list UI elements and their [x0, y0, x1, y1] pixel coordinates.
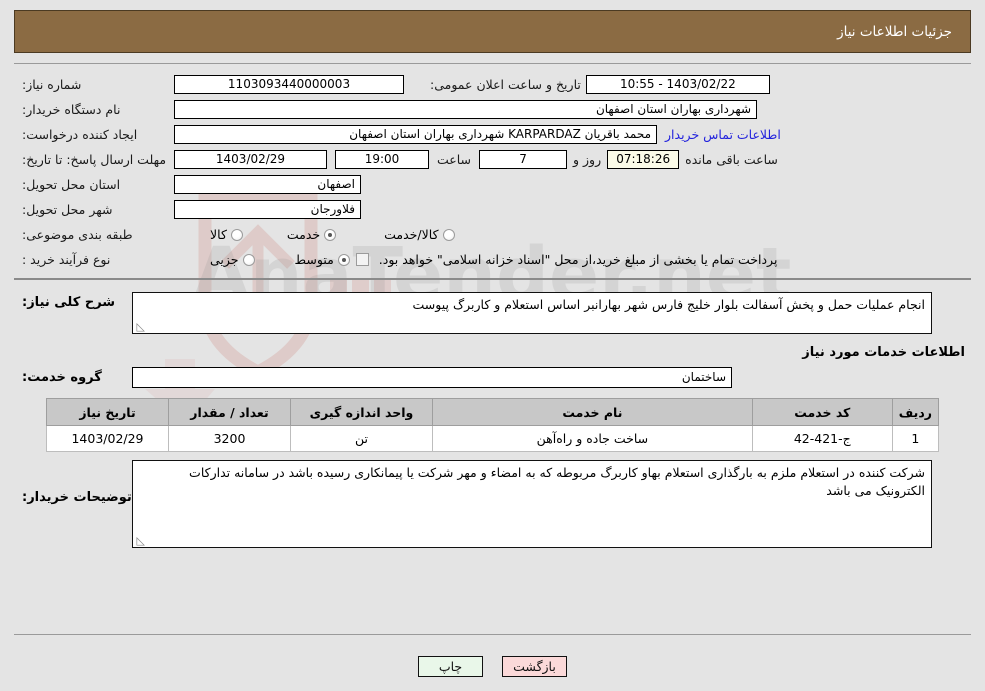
deadline-hour-value: 19:00	[335, 150, 429, 169]
col-need-date: تاریخ نیاز	[46, 398, 169, 426]
cell-service-name: ساخت جاده و راه‌آهن	[432, 425, 753, 452]
treasury-checkbox[interactable]	[355, 253, 369, 266]
col-service-code: کد خدمت	[751, 398, 893, 426]
table-header-row: ردیف کد خدمت نام خدمت واحد اندازه گیری ت…	[46, 398, 940, 426]
action-buttons: بازگشت چاپ	[0, 656, 985, 677]
buyer-org-value: شهرداری بهاران استان اصفهان	[174, 100, 757, 119]
need-number-value: 1103093440000003	[174, 75, 404, 94]
col-service-name: نام خدمت	[432, 398, 753, 426]
category-option-2[interactable]: خدمت	[286, 227, 337, 242]
page-root: AnaTender.net جزئیات اطلاعات نیاز 1403/0…	[0, 0, 985, 691]
description-textarea[interactable]: انجام عملیات حمل و پخش آسفالت بلوار خلیج…	[132, 292, 932, 334]
cell-quantity: 3200	[168, 425, 291, 452]
col-unit: واحد اندازه گیری	[290, 398, 433, 426]
services-table: ردیف کد خدمت نام خدمت واحد اندازه گیری ت…	[46, 398, 940, 452]
need-number-group: 1103093440000003	[174, 75, 404, 94]
row-service-group: ساختمان گروه خدمت:	[14, 364, 971, 396]
table-row[interactable]: 1 ج-421-42 ساخت جاده و راه‌آهن تن 3200 1…	[46, 425, 940, 452]
back-button[interactable]: بازگشت	[502, 656, 567, 677]
process-option-2-label: متوسط	[294, 252, 334, 267]
category-option-1[interactable]: کالا	[210, 227, 243, 242]
deadline-label: مهلت ارسال پاسخ: تا تاریخ:	[22, 151, 167, 167]
remaining-days-value: 7	[479, 150, 568, 169]
row-creator: اطلاعات تماس خریدار محمد باقریان KARPARD…	[14, 122, 971, 147]
row-province: اصفهان استان محل تحویل:	[14, 172, 971, 197]
buyer-org-label: نام دستگاه خریدار:	[22, 102, 121, 117]
process-option-2[interactable]: متوسط	[295, 252, 350, 267]
announce-datetime-value: 1403/02/22 - 10:55	[585, 75, 770, 94]
radio-category-kala-khedmat[interactable]	[442, 228, 455, 241]
category-option-2-label: خدمت	[286, 227, 321, 242]
details-section: انجام عملیات حمل و پخش آسفالت بلوار خلیج…	[14, 280, 971, 554]
buyer-notes-label: توضیحات خریدار:	[22, 490, 132, 505]
row-deadline: ساعت باقی مانده 07:18:26 روز و 7 ساعت 19…	[14, 147, 971, 172]
service-group-label: گروه خدمت:	[22, 370, 102, 385]
category-option-3-label: کالا/خدمت	[384, 227, 439, 242]
category-option-1-label: کالا	[210, 227, 227, 242]
content-frame: 1403/02/22 - 10:55 تاریخ و ساعت اعلان عم…	[14, 63, 971, 635]
announce-datetime-label: تاریخ و ساعت اعلان عمومی:	[430, 77, 581, 92]
col-index: ردیف	[891, 398, 940, 426]
process-label: نوع فرآیند خرید :	[22, 252, 111, 267]
print-button[interactable]: چاپ	[418, 656, 483, 677]
creator-value: محمد باقریان KARPARDAZ شهرداری بهاران اس…	[174, 125, 657, 144]
col-quantity: تعداد / مقدار	[168, 398, 291, 426]
description-value: انجام عملیات حمل و پخش آسفالت بلوار خلیج…	[412, 297, 925, 312]
days-and-label: روز و	[573, 152, 602, 167]
treasury-note-text: پرداخت تمام یا بخشی از مبلغ خرید،از محل …	[378, 252, 778, 267]
city-value: فلاورجان	[174, 200, 361, 219]
cell-unit: تن	[290, 425, 433, 452]
cell-index: 1	[891, 425, 940, 452]
radio-category-khedmat[interactable]	[324, 228, 337, 241]
service-group-value: ساختمان	[132, 367, 732, 388]
cell-need-date: 1403/02/29	[46, 425, 169, 452]
cell-service-code: ج-421-42	[751, 425, 893, 452]
remaining-time-value: 07:18:26	[607, 150, 680, 169]
deadline-hour-label: ساعت	[437, 152, 472, 167]
category-option-3[interactable]: کالا/خدمت	[384, 227, 455, 242]
creator-label: ایجاد کننده درخواست:	[22, 127, 138, 142]
row-category: کالا/خدمت خدمت کالا طبقه بندی موضوعی:	[14, 222, 971, 247]
resize-grip-icon[interactable]: ◺	[135, 321, 145, 332]
buyer-notes-value: شرکت کننده در استعلام ملزم به بارگذاری ا…	[189, 465, 925, 499]
services-table-wrap: ردیف کد خدمت نام خدمت واحد اندازه گیری ت…	[14, 396, 971, 456]
services-heading: اطلاعات خدمات مورد نیاز	[802, 345, 965, 360]
buyer-notes-textarea[interactable]: شرکت کننده در استعلام ملزم به بارگذاری ا…	[132, 460, 932, 548]
radio-category-kala[interactable]	[230, 228, 243, 241]
radio-process-jozei[interactable]	[242, 253, 255, 266]
row-city: فلاورجان شهر محل تحویل:	[14, 197, 971, 222]
category-label: طبقه بندی موضوعی:	[22, 227, 133, 242]
city-label: شهر محل تحویل:	[22, 202, 113, 217]
remaining-label: ساعت باقی مانده	[685, 152, 778, 167]
process-option-1-label: جزیی	[210, 252, 239, 267]
row-need-number: 1403/02/22 - 10:55 تاریخ و ساعت اعلان عم…	[14, 72, 971, 97]
row-buyer-org: شهرداری بهاران استان اصفهان نام دستگاه خ…	[14, 97, 971, 122]
resize-grip-icon-2[interactable]: ◺	[135, 535, 145, 546]
row-process-type: پرداخت تمام یا بخشی از مبلغ خرید،از محل …	[14, 247, 971, 272]
announce-datetime-group: 1403/02/22 - 10:55 تاریخ و ساعت اعلان عم…	[424, 75, 770, 94]
row-description: انجام عملیات حمل و پخش آسفالت بلوار خلیج…	[14, 290, 971, 336]
description-label: شرح کلی نیاز:	[22, 295, 116, 310]
row-buyer-notes: شرکت کننده در استعلام ملزم به بارگذاری ا…	[14, 456, 971, 550]
radio-process-motavaset[interactable]	[337, 253, 350, 266]
need-summary-section: 1403/02/22 - 10:55 تاریخ و ساعت اعلان عم…	[14, 64, 971, 280]
province-label: استان محل تحویل:	[22, 177, 121, 192]
need-number-label: شماره نیاز:	[22, 77, 82, 92]
province-value: اصفهان	[174, 175, 361, 194]
buyer-contact-link[interactable]: اطلاعات تماس خریدار	[665, 127, 781, 142]
page-title: جزئیات اطلاعات نیاز	[837, 23, 952, 40]
deadline-date-value: 1403/02/29	[174, 150, 327, 169]
page-header: جزئیات اطلاعات نیاز	[14, 10, 971, 53]
process-option-1[interactable]: جزیی	[210, 252, 255, 267]
